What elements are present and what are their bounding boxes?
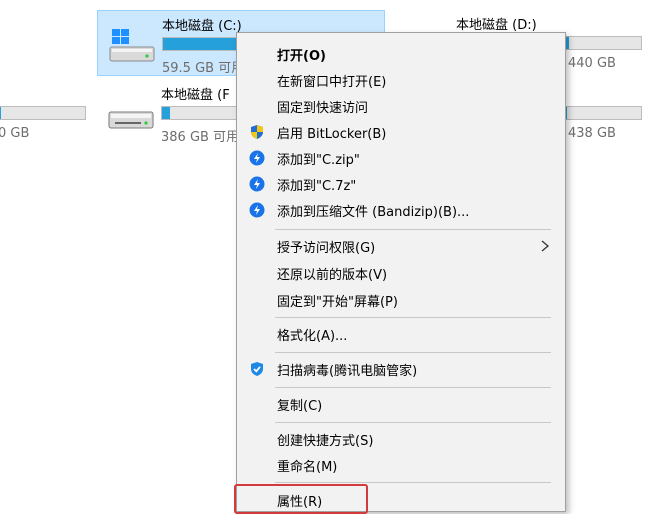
windows-drive-icon (109, 29, 155, 62)
menu-separator (275, 482, 551, 483)
drive-d-usage-bar (562, 36, 642, 50)
menu-item-add-archive[interactable]: 添加到压缩文件 (Bandizip)(B)... (237, 197, 565, 223)
menu-item-bitlocker-label: 启用 BitLocker(B) (277, 127, 387, 142)
drive-g-tile[interactable]: 438 GB (560, 80, 650, 146)
menu-item-add-zip[interactable]: 添加到"C.zip" (237, 145, 565, 171)
menu-item-pin-quick-access-label: 固定到快速访问 (277, 101, 369, 116)
tencent-guard-shield-icon (251, 362, 263, 376)
bandizip-icon (249, 176, 265, 192)
menu-item-open[interactable]: 打开(O) (237, 41, 565, 67)
menu-item-bitlocker[interactable]: 启用 BitLocker(B) (237, 119, 565, 145)
menu-item-add-7z[interactable]: 添加到"C.7z" (237, 171, 565, 197)
drive-d-size: 440 GB (568, 56, 616, 71)
menu-item-scan-virus[interactable]: 扫描病毒(腾讯电脑管家) (237, 356, 565, 382)
drive-g-size: 438 GB (568, 126, 616, 141)
drive-g-usage-bar (562, 106, 642, 120)
menu-item-pin-start-label: 固定到"开始"屏幕(P) (277, 295, 398, 310)
drive-d-name: 本地磁盘 (D:) (456, 18, 537, 33)
menu-item-rename-label: 重命名(M) (277, 460, 338, 475)
context-menu: 打开(O) 在新窗口中打开(E) 固定到快速访问 启用 BitLocker(B)… (236, 32, 566, 512)
menu-item-format-label: 格式化(A)... (277, 329, 348, 344)
drive-f-tile[interactable]: 本地磁盘 (F 386 GB 可用 (97, 80, 247, 146)
menu-item-open-label: 打开(O) (277, 49, 326, 64)
menu-item-copy-label: 复制(C) (277, 399, 323, 414)
menu-item-add-archive-label: 添加到压缩文件 (Bandizip)(B)... (277, 205, 470, 220)
menu-separator (275, 387, 551, 388)
menu-item-restore-versions[interactable]: 还原以前的版本(V) (237, 260, 565, 286)
menu-item-create-shortcut-label: 创建快捷方式(S) (277, 434, 374, 449)
menu-separator (275, 352, 551, 353)
chevron-right-icon (541, 240, 550, 252)
menu-item-grant-access-label: 授予访问权限(G) (277, 241, 376, 256)
menu-item-pin-quick-access[interactable]: 固定到快速访问 (237, 93, 565, 119)
menu-item-pin-start[interactable]: 固定到"开始"屏幕(P) (237, 287, 565, 313)
menu-separator (275, 422, 551, 423)
drive-f-name: 本地磁盘 (F (161, 88, 230, 103)
bandizip-icon (249, 202, 265, 218)
bandizip-icon (249, 150, 265, 166)
menu-separator (275, 229, 551, 230)
menu-item-create-shortcut[interactable]: 创建快捷方式(S) (237, 426, 565, 452)
menu-item-format[interactable]: 格式化(A)... (237, 321, 565, 347)
hard-drive-icon (108, 111, 154, 129)
menu-item-open-new-window[interactable]: 在新窗口中打开(E) (237, 67, 565, 93)
drive-f-usage-bar (161, 106, 247, 120)
drive-c-size: 59.5 GB 可用 (162, 61, 245, 76)
drive-e-size: 0 GB (0, 126, 30, 141)
drive-c-name: 本地磁盘 (C:) (162, 19, 242, 34)
menu-item-restore-versions-label: 还原以前的版本(V) (277, 268, 388, 283)
uac-shield-icon (251, 125, 263, 139)
drive-e-usage-bar (0, 106, 86, 120)
menu-item-grant-access[interactable]: 授予访问权限(G) (237, 233, 565, 259)
menu-item-open-new-window-label: 在新窗口中打开(E) (277, 75, 387, 90)
menu-separator (275, 317, 551, 318)
menu-item-rename[interactable]: 重命名(M) (237, 452, 565, 478)
drive-e-usage-fill (0, 107, 2, 119)
menu-item-copy[interactable]: 复制(C) (237, 391, 565, 417)
menu-item-add-zip-label: 添加到"C.zip" (277, 153, 360, 168)
drive-f-size: 386 GB 可用 (161, 130, 240, 145)
menu-item-scan-virus-label: 扫描病毒(腾讯电脑管家) (277, 364, 418, 379)
menu-item-add-7z-label: 添加到"C.7z" (277, 179, 357, 194)
properties-highlight-box (234, 484, 368, 514)
drive-f-usage-fill (162, 107, 171, 119)
drive-e-tile[interactable]: 0 GB (0, 80, 90, 141)
